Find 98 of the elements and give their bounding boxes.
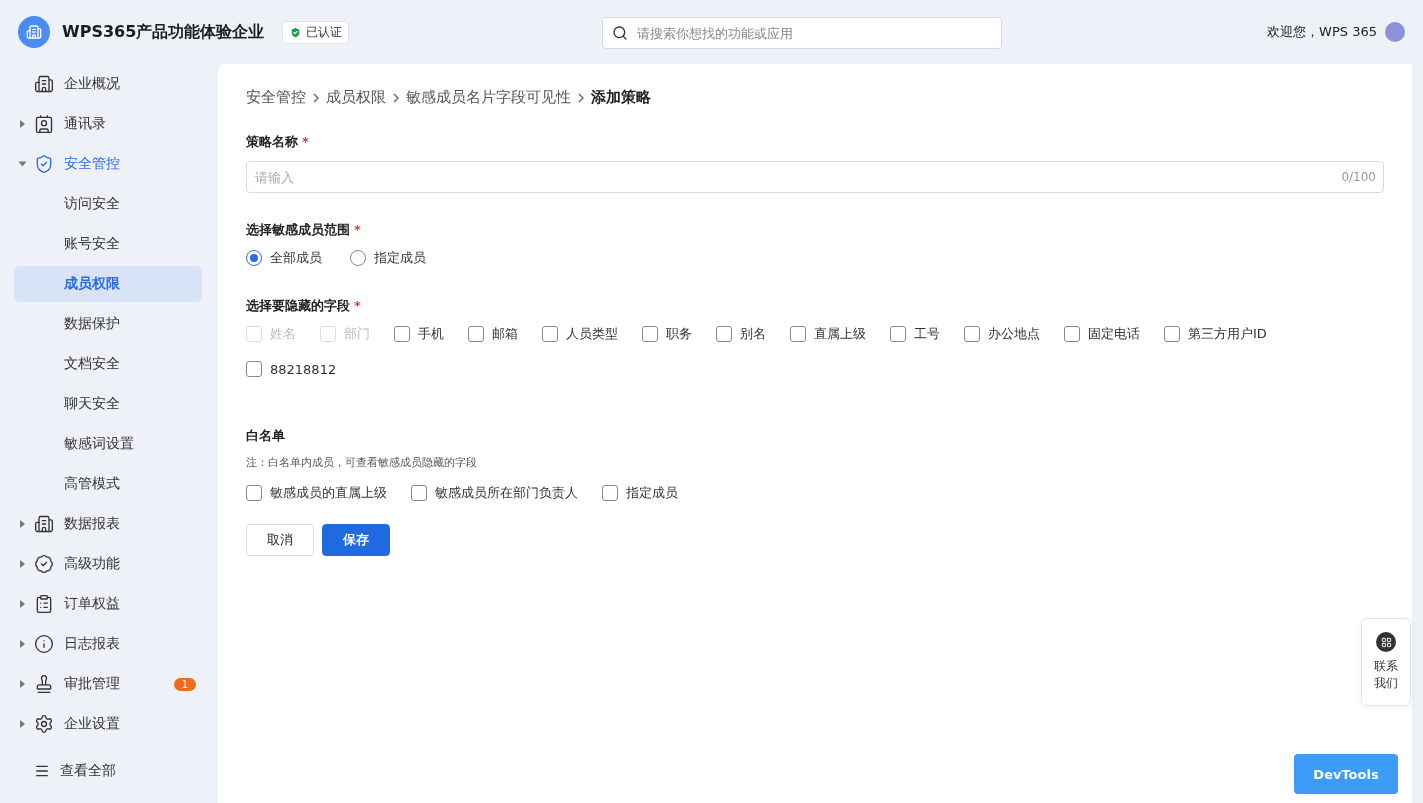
welcome-text: 欢迎您，WPS 365 — [1267, 23, 1377, 41]
checkbox[interactable] — [790, 326, 806, 342]
sidebar-subitem[interactable]: 高管模式 — [14, 466, 202, 502]
breadcrumb-item[interactable]: 成员权限 — [326, 88, 386, 107]
breadcrumb-item[interactable]: 敏感成员名片字段可见性 — [406, 88, 571, 107]
menu-icon — [34, 763, 50, 779]
breadcrumb-item: 添加策略 — [591, 88, 651, 107]
section-title: 白名单 — [246, 428, 285, 443]
checkbox[interactable] — [1164, 326, 1180, 342]
logo-icon — [18, 16, 50, 48]
nav-icon — [34, 154, 54, 174]
checkbox[interactable] — [716, 326, 732, 342]
sidebar-subitem[interactable]: 聊天安全 — [14, 386, 202, 422]
option-label: 指定成员 — [374, 249, 426, 267]
char-counter: 0/100 — [1341, 170, 1376, 184]
checkbox[interactable] — [542, 326, 558, 342]
caret-icon — [20, 720, 25, 728]
option-label: 第三方用户ID — [1188, 325, 1267, 343]
nav-icon — [34, 634, 54, 654]
shield-icon — [289, 25, 303, 39]
option-label: 别名 — [740, 325, 766, 343]
option-label: 敏感成员所在部门负责人 — [435, 484, 578, 502]
option-label: 姓名 — [270, 325, 296, 343]
checkbox[interactable] — [246, 485, 262, 501]
checkbox[interactable] — [602, 485, 618, 501]
required-mark: * — [354, 222, 361, 237]
chevron-icon — [577, 91, 585, 104]
sidebar-item[interactable]: 高级功能 — [14, 546, 202, 582]
sidebar-item[interactable]: 通讯录 — [14, 106, 202, 142]
sidebar-subitem[interactable]: 文档安全 — [14, 346, 202, 382]
nav-icon — [34, 74, 54, 94]
checkbox[interactable] — [1064, 326, 1080, 342]
checkbox[interactable] — [964, 326, 980, 342]
nav-icon — [34, 554, 54, 574]
caret-icon — [18, 161, 27, 167]
option-label: 手机 — [418, 325, 444, 343]
caret-icon — [20, 520, 25, 528]
option-label: 人员类型 — [566, 325, 618, 343]
caret-icon — [20, 640, 25, 648]
sidebar-item[interactable]: 企业设置 — [14, 706, 202, 742]
contact-button[interactable]: 联系 我们 — [1361, 618, 1411, 706]
view-all-link[interactable]: 查看全部 — [14, 753, 202, 789]
checkbox[interactable] — [890, 326, 906, 342]
save-button[interactable]: 保存 — [322, 524, 390, 556]
verified-badge: 已认证 — [282, 20, 350, 44]
required-mark: * — [354, 298, 361, 313]
chevron-icon — [312, 91, 320, 104]
field-label: 策略名称 — [246, 134, 298, 149]
option-label: 敏感成员的直属上级 — [270, 484, 387, 502]
search-field[interactable]: 请搜索你想找的功能或应用 — [602, 17, 1002, 49]
sidebar-item[interactable]: 数据报表 — [14, 506, 202, 542]
sidebar-item[interactable]: 日志报表 — [14, 626, 202, 662]
nav-icon — [34, 514, 54, 534]
field-label: 选择要隐藏的字段 — [246, 298, 350, 313]
option-label: 指定成员 — [626, 484, 678, 502]
caret-icon — [20, 680, 25, 688]
search-icon — [612, 25, 628, 41]
sidebar-item[interactable]: 企业概况 — [14, 66, 202, 102]
checkbox[interactable] — [246, 361, 262, 377]
note-text: 注：白名单内成员，可查看敏感成员隐藏的字段 — [246, 455, 478, 470]
option-label: 88218812 — [270, 361, 337, 377]
grid-icon — [1376, 632, 1396, 653]
sidebar-item[interactable]: 审批管理 1 — [14, 666, 202, 702]
org-name: WPS365产品功能体验企业 — [62, 21, 265, 43]
caret-icon — [20, 600, 25, 608]
checkbox[interactable] — [394, 326, 410, 342]
sidebar-item[interactable]: 订单权益 — [14, 586, 202, 622]
caret-icon — [20, 120, 25, 128]
checkbox[interactable] — [468, 326, 484, 342]
option-label: 固定电话 — [1088, 325, 1140, 343]
checkbox[interactable] — [642, 326, 658, 342]
sidebar-subitem[interactable]: 敏感词设置 — [14, 426, 202, 462]
sidebar-subitem[interactable]: 成员权限 — [14, 266, 202, 302]
caret-icon — [20, 560, 25, 568]
nav-icon — [34, 714, 54, 734]
breadcrumb-item[interactable]: 安全管控 — [246, 88, 306, 107]
option-label: 邮箱 — [492, 325, 518, 343]
sidebar-subitem[interactable]: 数据保护 — [14, 306, 202, 342]
option-label: 直属上级 — [814, 325, 866, 343]
nav-icon — [34, 674, 54, 694]
count-badge: 1 — [173, 677, 196, 691]
option-label: 部门 — [344, 325, 370, 343]
sidebar-subitem[interactable]: 账号安全 — [14, 226, 202, 262]
chevron-icon — [392, 91, 400, 104]
checkbox[interactable] — [411, 485, 427, 501]
contact-label: 联系 我们 — [1374, 658, 1398, 692]
user-avatar[interactable] — [1385, 22, 1405, 42]
cancel-button[interactable]: 取消 — [246, 524, 314, 556]
option-label: 全部成员 — [270, 249, 322, 267]
nav-icon — [34, 594, 54, 614]
option-label: 职务 — [666, 325, 692, 343]
sidebar-item[interactable]: 安全管控 — [14, 146, 202, 182]
sidebar-subitem[interactable]: 访问安全 — [14, 186, 202, 222]
required-mark: * — [302, 134, 309, 149]
option-label: 办公地点 — [988, 325, 1040, 343]
field-label: 选择敏感成员范围 — [246, 222, 350, 237]
nav-icon — [34, 114, 54, 134]
option-label: 工号 — [914, 325, 940, 343]
